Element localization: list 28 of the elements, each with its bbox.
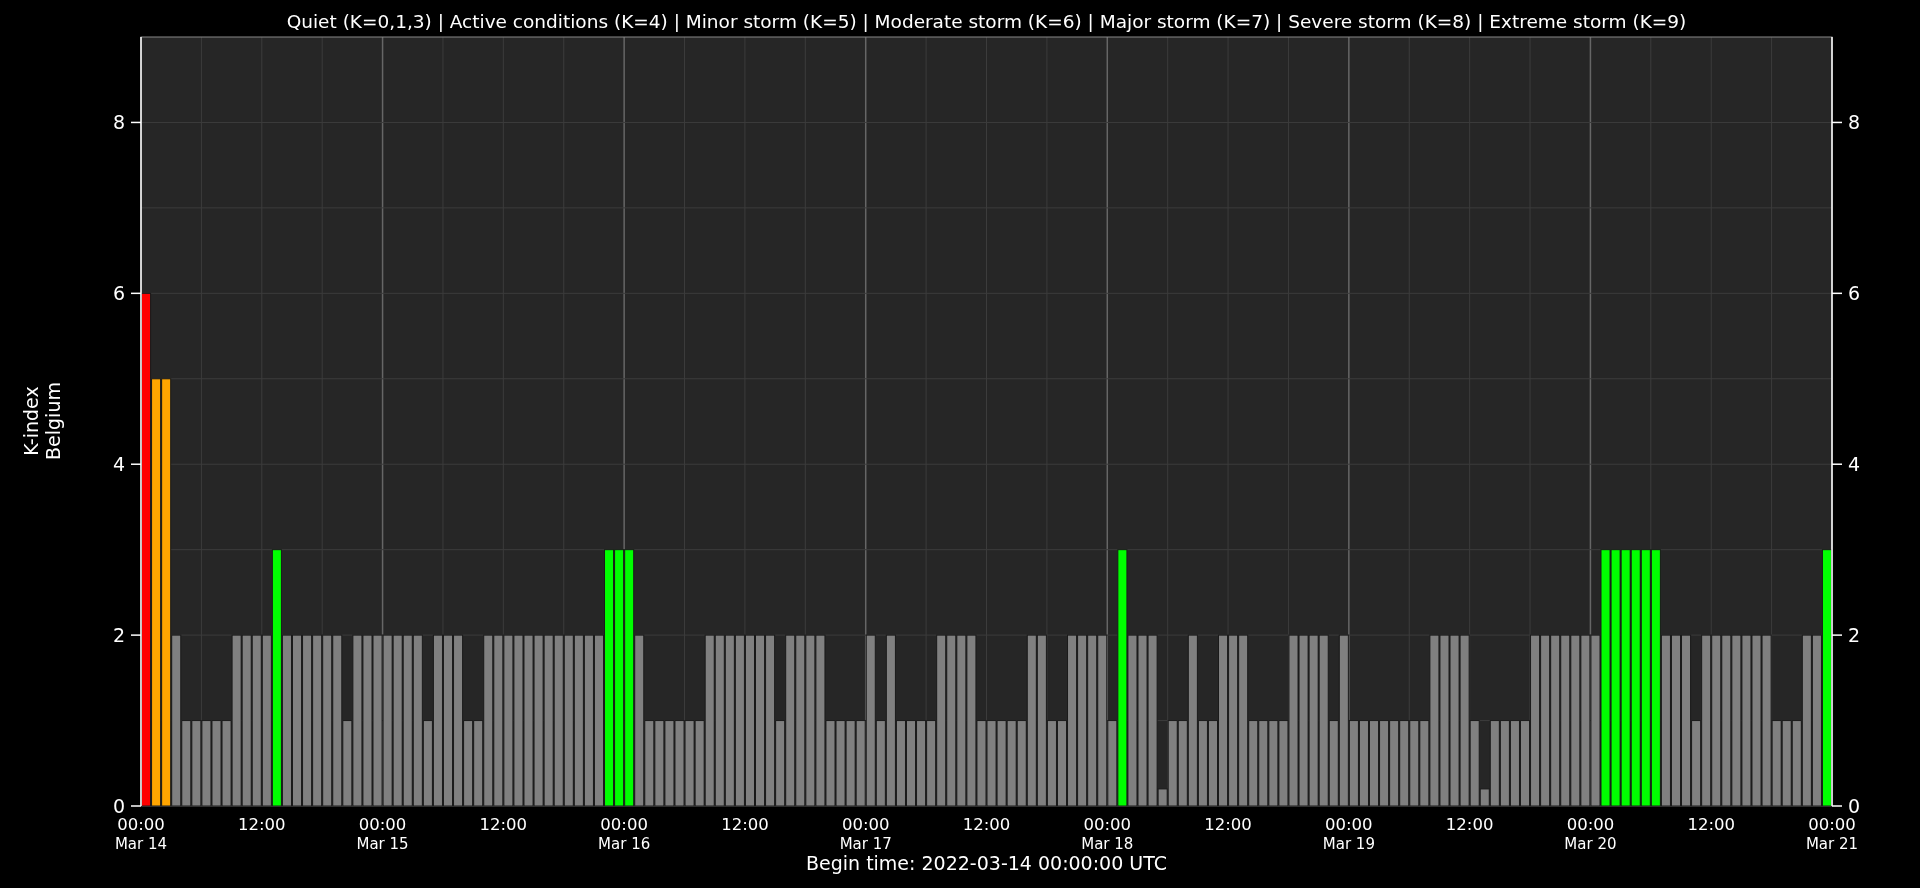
tick-label: 2 — [1848, 624, 1861, 647]
tick-label: 00:00 Mar 16 — [598, 815, 651, 853]
tick-label: 12:00 — [1687, 815, 1735, 834]
tick-label: 12:00 — [479, 815, 528, 834]
tick-label: 4 — [112, 453, 125, 476]
tick-label: 00:00 Mar 21 — [1805, 815, 1859, 853]
chart-title: Quiet (K=0,1,3) | Active conditions (K=4) | Minor storm (K=5) | Moderate storm (K=6) | Major storm (K=7) | Severe storm (K=8) | Extreme storm (K=9) — [286, 11, 1687, 32]
tick-label: 00:00 Mar 19 — [1322, 815, 1375, 853]
axis-label: Begin time: 2022-03-14 00:00:00 UTC — [806, 852, 1167, 874]
tick-label: 0 — [112, 795, 125, 817]
tick-label: 8 — [1848, 111, 1861, 134]
tick-label: 12:00 — [1445, 815, 1494, 834]
tick-label: 0 — [1848, 795, 1861, 817]
tick-label: 2 — [112, 624, 125, 647]
tick-label: 8 — [112, 111, 125, 134]
axis-label: K-index Belgium — [20, 382, 64, 460]
tick-label: 00:00 Mar 20 — [1564, 815, 1617, 853]
tick-label: 12:00 — [721, 815, 769, 834]
tick-label: 00:00 Mar 15 — [356, 815, 409, 853]
tick-label: 00:00 Mar 17 — [839, 815, 892, 853]
tick-label: 6 — [1848, 282, 1861, 305]
tick-label: 00:00 Mar 14 — [114, 815, 168, 853]
tick-label: 00:00 Mar 18 — [1081, 815, 1134, 853]
tick-label: 12:00 — [1204, 815, 1252, 834]
tick-label: 4 — [1848, 453, 1861, 476]
tick-label: 12:00 — [238, 815, 286, 834]
tick-label: 12:00 — [962, 815, 1011, 834]
tick-label: 6 — [112, 282, 125, 305]
